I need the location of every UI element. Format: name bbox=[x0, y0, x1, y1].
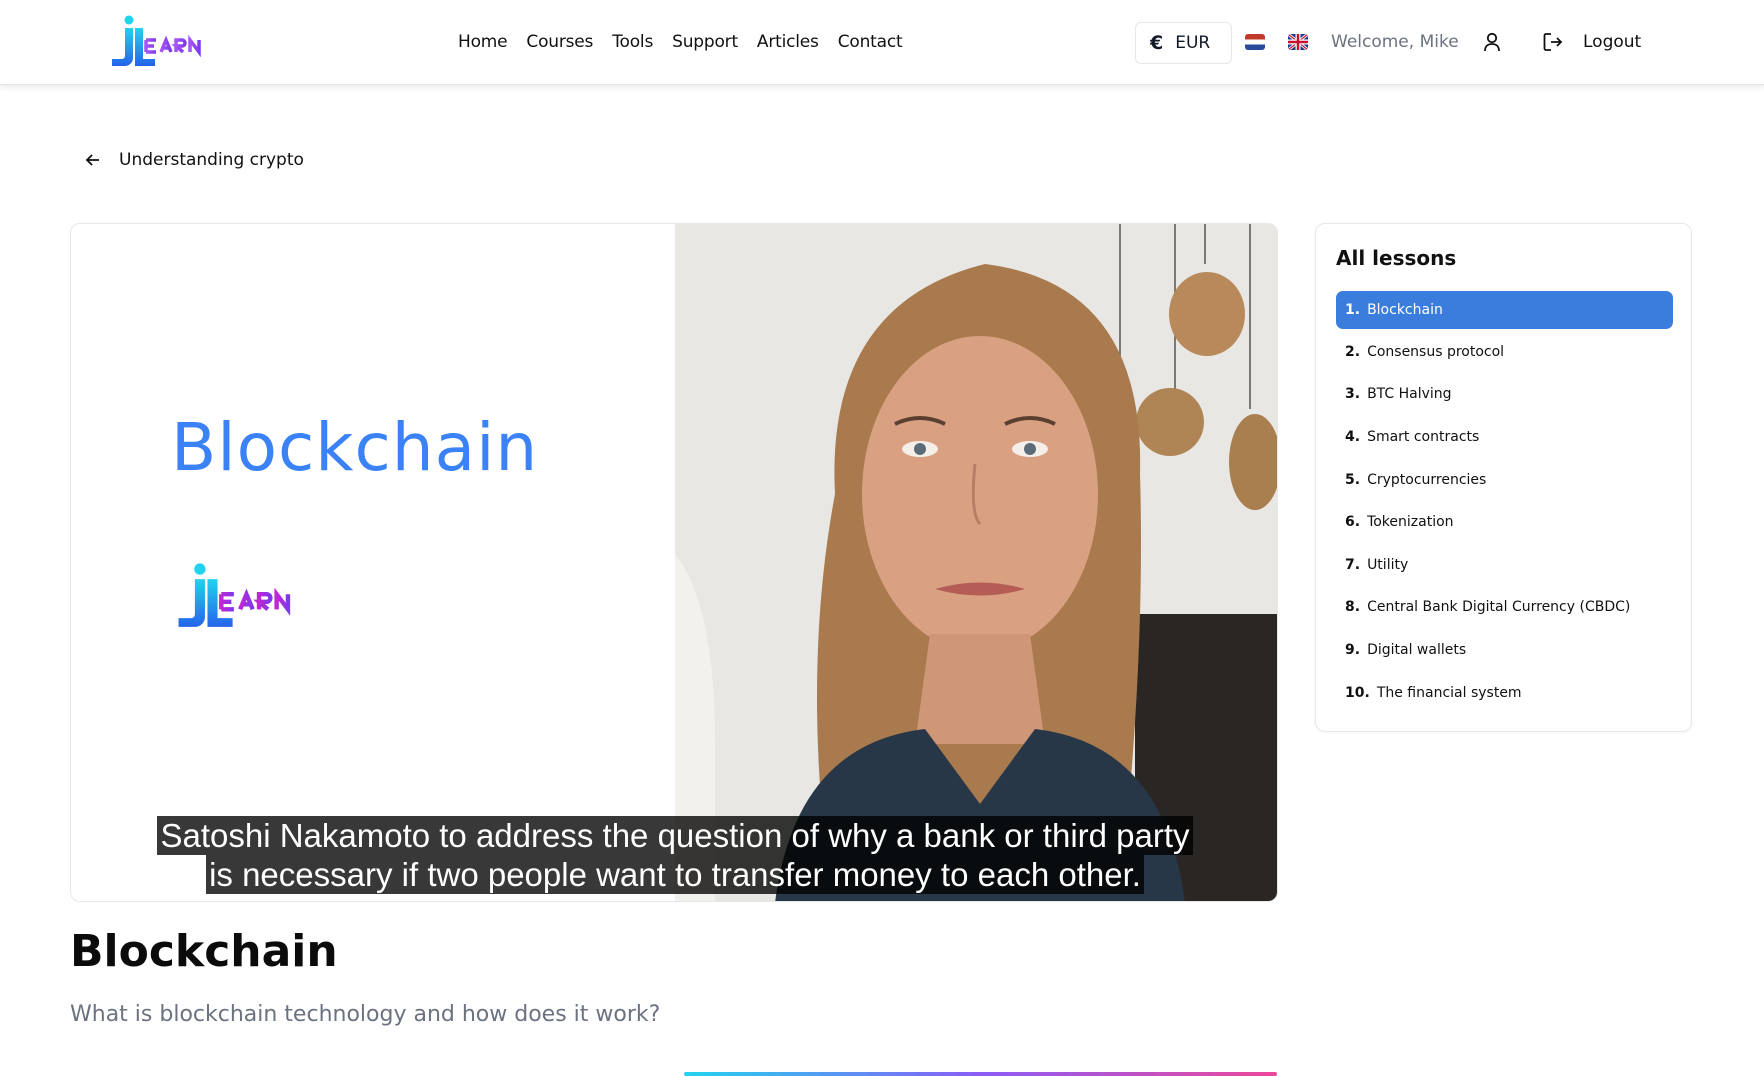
video-captions: Satoshi Nakamoto to address the question… bbox=[71, 816, 1277, 894]
lesson-number: 3. bbox=[1345, 386, 1361, 402]
lesson-item-utility[interactable]: 7. Utility bbox=[1336, 546, 1673, 584]
lesson-item-smart-contracts[interactable]: 4. Smart contracts bbox=[1336, 418, 1673, 456]
lesson-number: 8. bbox=[1345, 599, 1361, 615]
video-slide-title: Blockchain bbox=[171, 409, 539, 486]
lesson-item-cbdc[interactable]: 8. Central Bank Digital Currency (CBDC) bbox=[1336, 588, 1673, 626]
video-player[interactable]: Blockchain Satoshi Nakamoto to address t… bbox=[70, 223, 1278, 902]
nav-articles[interactable]: Articles bbox=[757, 28, 819, 56]
video-slide: Blockchain bbox=[71, 224, 675, 901]
lesson-number: 5. bbox=[1345, 472, 1361, 488]
back-link[interactable]: Understanding crypto bbox=[84, 150, 304, 170]
back-link-label: Understanding crypto bbox=[119, 150, 304, 170]
lesson-number: 1. bbox=[1345, 302, 1361, 318]
lesson-label: The financial system bbox=[1376, 685, 1522, 701]
lesson-label: Cryptocurrencies bbox=[1367, 472, 1487, 488]
nav-support[interactable]: Support bbox=[672, 28, 738, 56]
nav-home[interactable]: Home bbox=[458, 28, 508, 56]
dutch-flag-icon[interactable] bbox=[1245, 34, 1265, 50]
caption-line-2: is necessary if two people want to trans… bbox=[206, 855, 1144, 894]
uk-flag-icon[interactable] bbox=[1288, 34, 1308, 50]
presenter-image bbox=[675, 224, 1277, 901]
main-nav: Home Courses Tools Support Articles Cont… bbox=[458, 28, 903, 56]
gradient-divider bbox=[684, 1072, 1277, 1076]
lesson-label: Utility bbox=[1367, 557, 1409, 573]
lesson-number: 6. bbox=[1345, 514, 1361, 530]
lesson-item-digital-wallets[interactable]: 9. Digital wallets bbox=[1336, 631, 1673, 669]
lesson-title: Blockchain bbox=[70, 926, 338, 977]
lesson-label: Blockchain bbox=[1367, 302, 1443, 318]
user-icon[interactable] bbox=[1482, 31, 1502, 53]
jlearn-logo bbox=[178, 563, 291, 627]
currency-label: EUR bbox=[1175, 33, 1211, 53]
currency-selector[interactable]: € EUR bbox=[1135, 22, 1232, 64]
lesson-item-btc-halving[interactable]: 3. BTC Halving bbox=[1336, 375, 1673, 413]
lesson-item-consensus-protocol[interactable]: 2. Consensus protocol bbox=[1336, 333, 1673, 371]
lesson-label: Central Bank Digital Currency (CBDC) bbox=[1367, 599, 1631, 615]
nav-contact[interactable]: Contact bbox=[838, 28, 903, 56]
caption-line-1: Satoshi Nakamoto to address the question… bbox=[157, 816, 1193, 855]
logout-button[interactable]: Logout bbox=[1583, 28, 1641, 56]
lessons-title: All lessons bbox=[1336, 246, 1457, 270]
lesson-number: 10. bbox=[1345, 685, 1370, 701]
top-header: Home Courses Tools Support Articles Cont… bbox=[0, 0, 1764, 85]
video-frame-presenter bbox=[675, 224, 1277, 901]
lesson-item-tokenization[interactable]: 6. Tokenization bbox=[1336, 503, 1673, 541]
lesson-label: Consensus protocol bbox=[1367, 344, 1505, 360]
lessons-panel: All lessons 1. Blockchain 2. Consensus p… bbox=[1315, 223, 1692, 732]
lesson-number: 9. bbox=[1345, 642, 1361, 658]
arrow-left-icon bbox=[85, 154, 99, 166]
lesson-number: 7. bbox=[1345, 557, 1361, 573]
jlearn-logo[interactable] bbox=[106, 14, 238, 72]
euro-icon: € bbox=[1150, 32, 1164, 54]
nav-courses[interactable]: Courses bbox=[526, 28, 593, 56]
lesson-label: Tokenization bbox=[1367, 514, 1454, 530]
lesson-label: Digital wallets bbox=[1367, 642, 1467, 658]
nav-tools[interactable]: Tools bbox=[612, 28, 653, 56]
lesson-number: 2. bbox=[1345, 344, 1361, 360]
lesson-label: Smart contracts bbox=[1367, 429, 1480, 445]
lesson-subtitle: What is blockchain technology and how do… bbox=[70, 1002, 661, 1027]
lesson-number: 4. bbox=[1345, 429, 1361, 445]
lesson-item-financial-system[interactable]: 10. The financial system bbox=[1336, 674, 1673, 712]
lesson-item-blockchain[interactable]: 1. Blockchain bbox=[1336, 291, 1673, 329]
logout-icon[interactable] bbox=[1542, 31, 1564, 53]
welcome-text: Welcome, Mike bbox=[1331, 32, 1459, 52]
lesson-label: BTC Halving bbox=[1367, 386, 1452, 402]
lesson-item-cryptocurrencies[interactable]: 5. Cryptocurrencies bbox=[1336, 461, 1673, 499]
